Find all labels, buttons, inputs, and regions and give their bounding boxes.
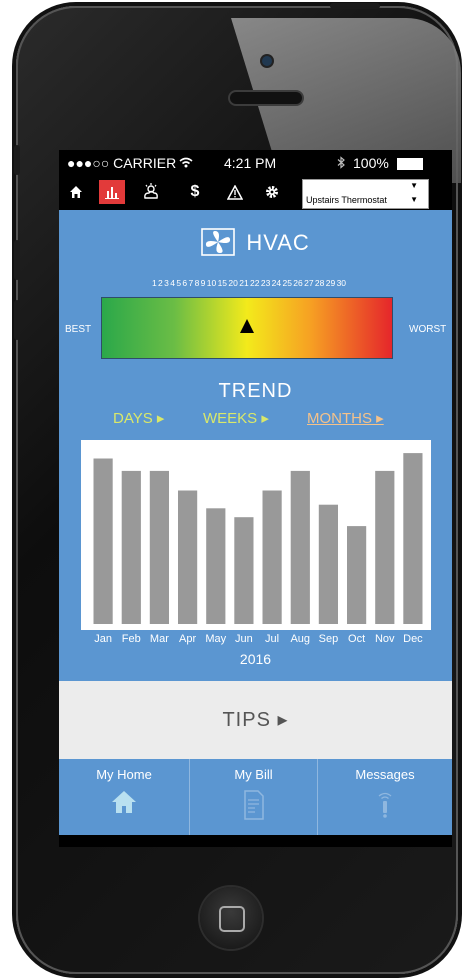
chart-year: 2016: [239, 651, 272, 667]
dropdown-arrow-icon: ▼: [410, 181, 418, 190]
app-screen: ●●●○○ CARRIER 4:21 PM 100% $ ▼ ▼ Upstair…: [59, 150, 452, 847]
wifi-icon: [179, 157, 193, 168]
house-icon: [112, 791, 136, 813]
usage-chart-icon[interactable]: [99, 180, 125, 204]
tips-button[interactable]: TIPS ▸: [59, 681, 452, 759]
home-button[interactable]: [200, 887, 262, 949]
weather-icon[interactable]: [138, 180, 164, 204]
dropdown-arrow-icon: ▼: [410, 195, 418, 204]
bar-jul: [262, 490, 282, 624]
month-axis-labels: Jan Feb Mar Apr May Jun Jul Aug Sep Oct Nov Dec: [81, 633, 431, 647]
month-label-dec: Dec: [403, 633, 423, 645]
hvac-title: HVAC: [246, 230, 310, 255]
bar-nov: [375, 470, 395, 624]
bar-dec: [403, 453, 423, 624]
nav-my-home-label: My Home: [96, 767, 152, 782]
month-label-feb: Feb: [121, 633, 141, 645]
bar-may: [206, 508, 226, 624]
nav-my-bill[interactable]: My Bill: [190, 759, 318, 835]
bar-oct: [347, 526, 367, 624]
fan-icon: [201, 228, 235, 256]
bluetooth-icon: [337, 156, 345, 169]
gear-icon[interactable]: [259, 180, 285, 204]
tab-days[interactable]: DAYS ▸: [113, 409, 164, 427]
volume-down-button: [14, 300, 20, 340]
bar-aug: [290, 470, 310, 624]
bottom-nav: My Home My Bill Messages: [59, 759, 452, 835]
month-label-jun: Jun: [235, 633, 253, 645]
month-label-may: May: [205, 633, 227, 645]
efficiency-gauge: [101, 297, 393, 359]
month-label-apr: Apr: [179, 633, 197, 645]
top-toolbar: $ ▼ ▼ Upstairs Thermostat: [59, 176, 452, 210]
power-button: [330, 3, 380, 9]
earpiece-speaker: [230, 92, 302, 104]
mute-switch: [14, 145, 20, 175]
thermostat-select[interactable]: ▼ ▼ Upstairs Thermostat: [302, 179, 429, 209]
month-label-jan: Jan: [94, 633, 112, 645]
bill-document-icon: [243, 790, 264, 820]
bar-chart-svg: [93, 453, 423, 624]
battery-percent: 100%: [353, 155, 389, 171]
gauge-marker: [240, 319, 254, 333]
nav-my-home[interactable]: My Home: [59, 759, 190, 835]
nav-my-bill-label: My Bill: [234, 767, 273, 782]
home-icon[interactable]: [63, 180, 89, 204]
bar-feb: [121, 470, 141, 624]
month-label-mar: Mar: [149, 633, 169, 645]
month-label-oct: Oct: [348, 633, 366, 645]
nav-messages-label: Messages: [355, 767, 415, 782]
front-camera: [262, 56, 272, 66]
best-label: BEST: [65, 324, 92, 335]
month-label-nov: Nov: [374, 633, 395, 645]
tips-label: TIPS ▸: [222, 709, 289, 731]
hvac-header: HVAC: [59, 228, 452, 256]
month-label-aug: Aug: [290, 633, 311, 645]
worst-label: WORST: [409, 324, 447, 335]
clock-time: 4:21 PM: [224, 155, 277, 171]
trend-title: TREND: [218, 380, 293, 402]
status-bar: ●●●○○ CARRIER 4:21 PM 100%: [59, 150, 452, 176]
nav-messages[interactable]: Messages: [318, 759, 452, 835]
battery-icon: [397, 158, 423, 170]
carrier-label: ●●●○○ CARRIER: [67, 155, 177, 171]
bar-sep: [318, 504, 338, 624]
thermostat-select-value: Upstairs Thermostat: [306, 195, 387, 205]
tab-months[interactable]: MONTHS ▸: [307, 409, 384, 427]
message-signal-icon: [378, 792, 392, 818]
hvac-panel: HVAC 1 2 3 4 5 6 7 8 9 10 15 20 21 22 23…: [59, 210, 452, 681]
bar-jan: [93, 458, 113, 624]
gauge-scale-numbers: 1 2 3 4 5 6 7 8 9 10 15 20 21 22 23 24 2…: [151, 278, 347, 288]
alert-icon[interactable]: [222, 180, 248, 204]
volume-up-button: [14, 240, 20, 280]
month-label-sep: Sep: [318, 633, 339, 645]
tab-weeks[interactable]: WEEKS ▸: [203, 409, 269, 427]
month-label-jul: Jul: [265, 633, 280, 645]
bar-jun: [234, 517, 254, 624]
monthly-trend-chart: [81, 440, 431, 630]
bar-mar: [149, 470, 169, 624]
dollar-icon[interactable]: $: [182, 180, 208, 204]
bar-apr: [178, 490, 198, 624]
home-button-square-icon: [219, 906, 245, 932]
